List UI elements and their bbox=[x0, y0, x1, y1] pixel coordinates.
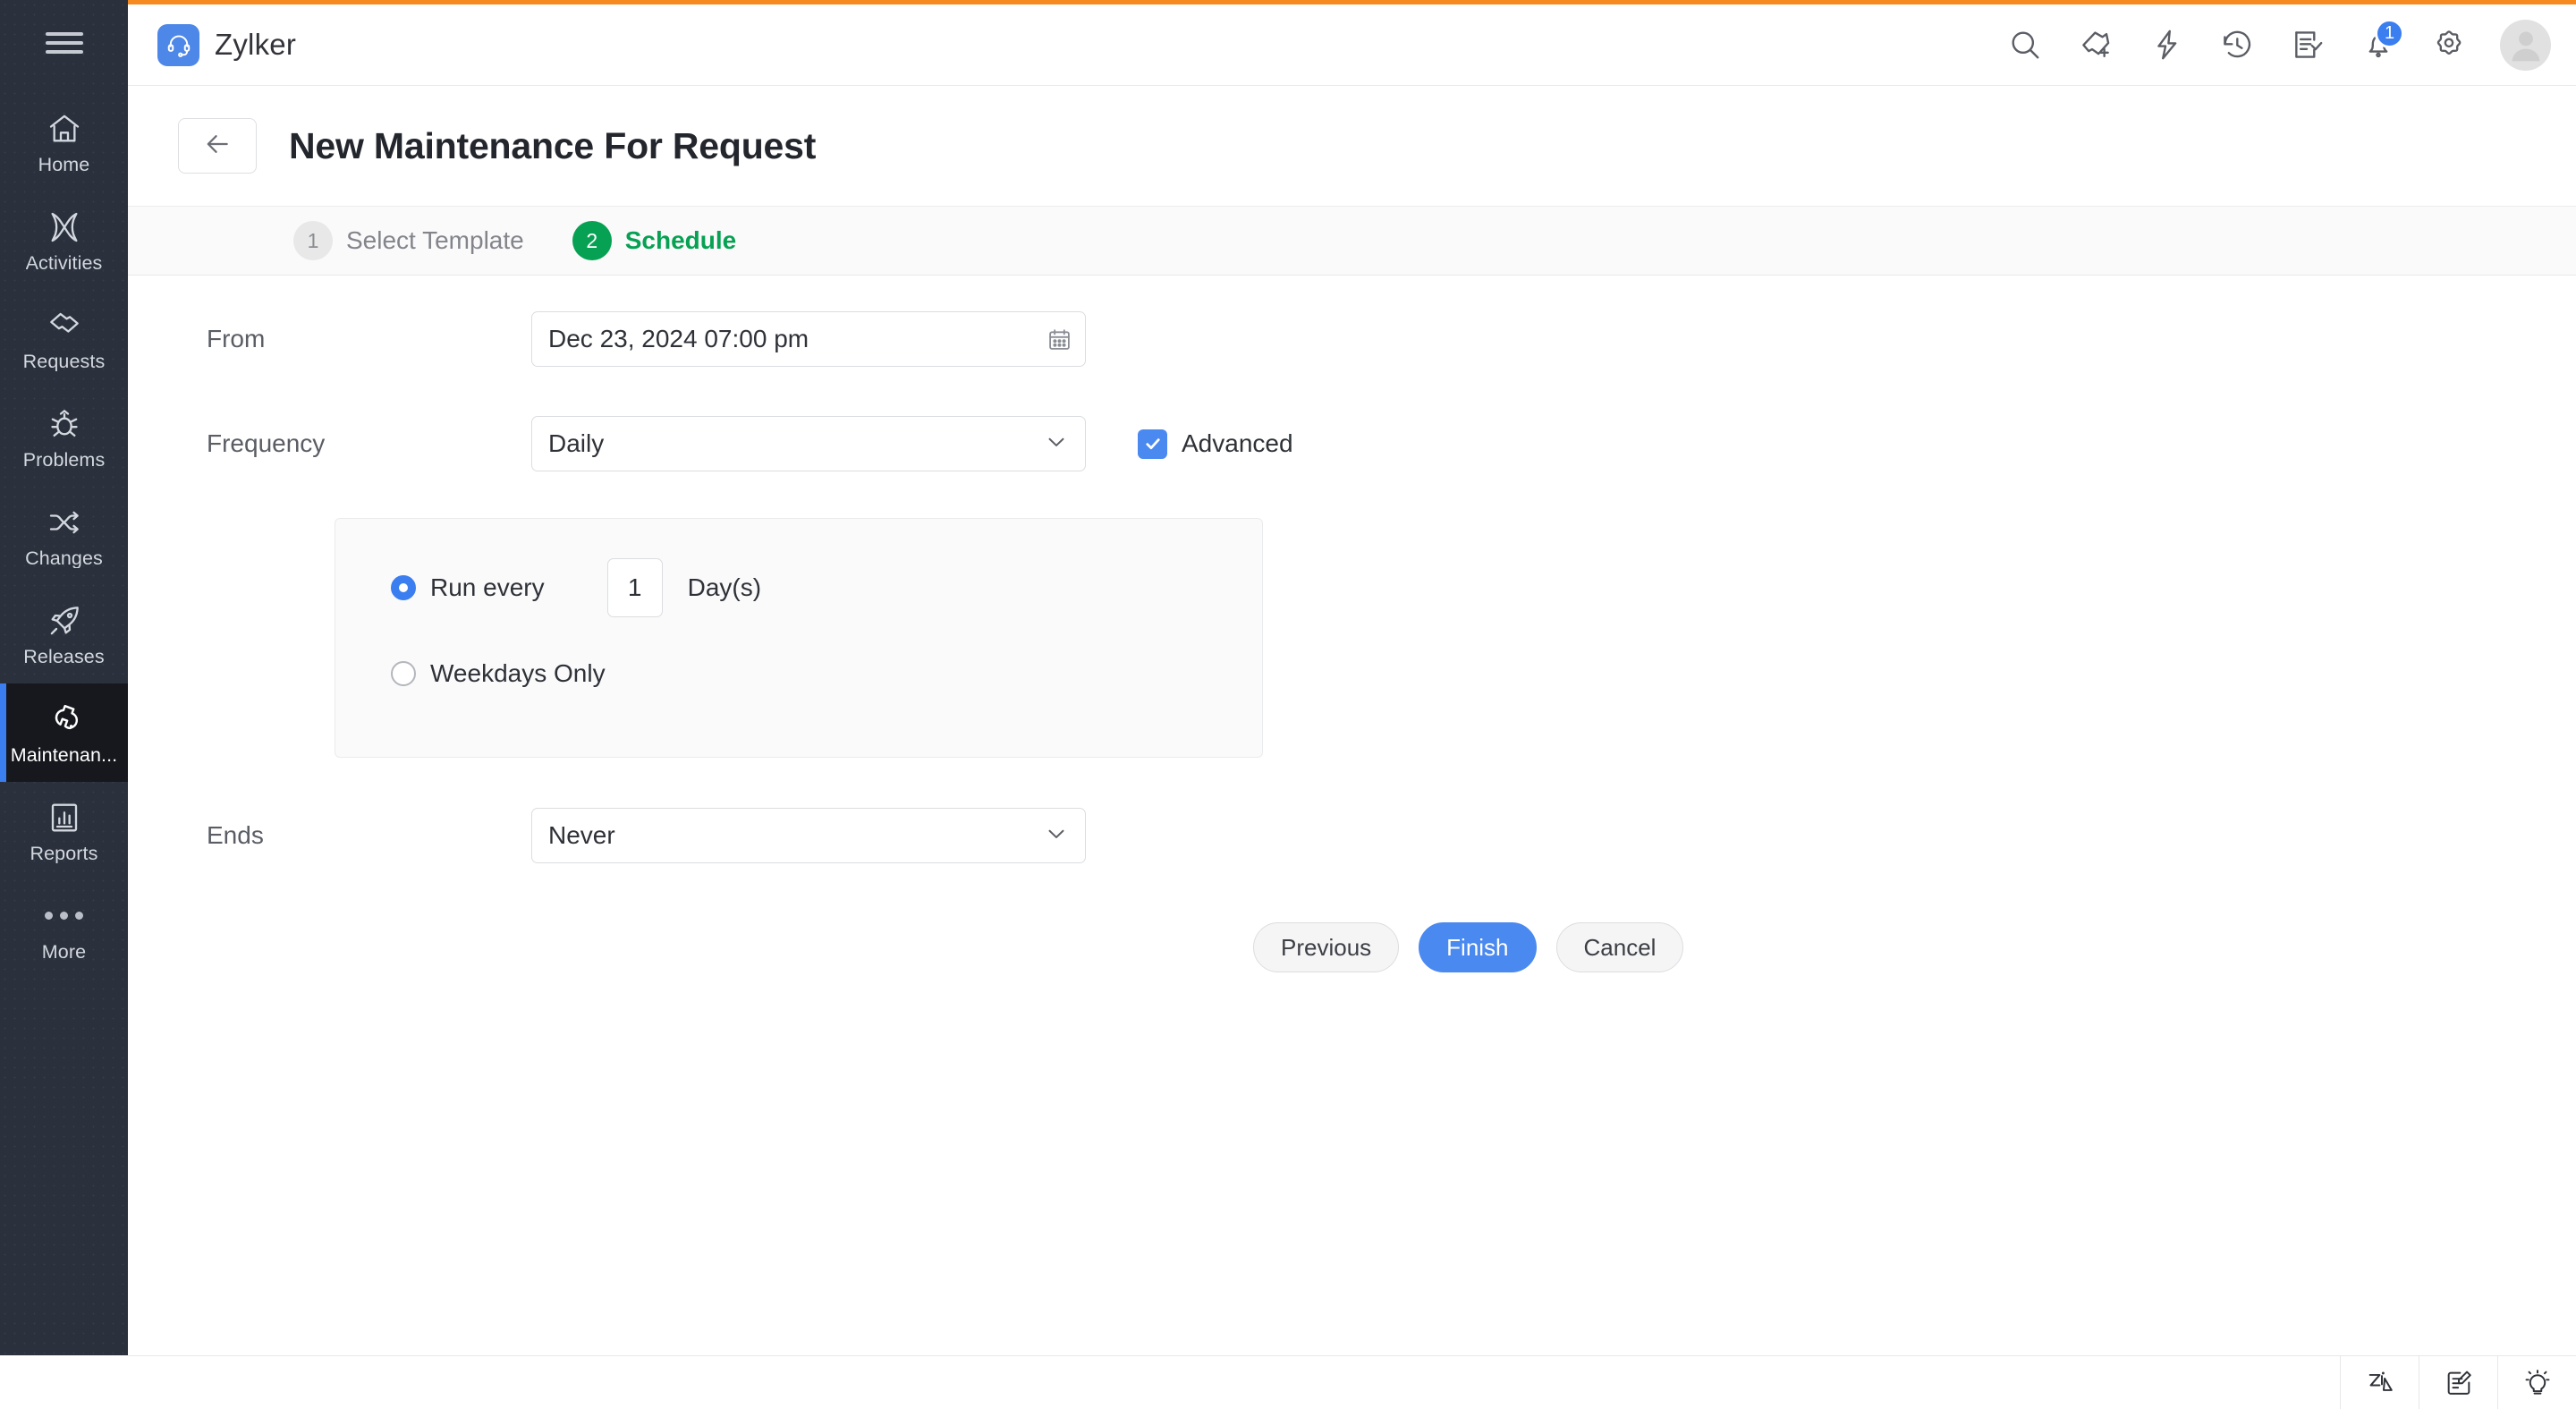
header-actions: 1 bbox=[1989, 13, 2576, 76]
frequency-value: Daily bbox=[548, 429, 1044, 458]
run-every-option[interactable]: Run every 1 Day(s) bbox=[391, 560, 1262, 615]
step-number: 1 bbox=[293, 221, 333, 260]
from-datetime-input[interactable]: Dec 23, 2024 07:00 pm bbox=[531, 311, 1086, 367]
sidebar-footer-gap bbox=[0, 1355, 128, 1409]
home-icon bbox=[45, 110, 84, 148]
sidebar-item-label: Reports bbox=[30, 845, 98, 864]
sidebar-item-label: Changes bbox=[25, 549, 103, 569]
advanced-options-panel: Run every 1 Day(s) Weekdays Only bbox=[335, 518, 1263, 758]
sidebar-item-home[interactable]: Home bbox=[0, 93, 128, 191]
tips-bulb-icon[interactable] bbox=[2497, 1356, 2576, 1409]
notification-badge: 1 bbox=[2375, 19, 2404, 48]
ends-row: Ends Never bbox=[128, 808, 2576, 863]
schedule-form: From Dec 23, 2024 07:00 pm bbox=[128, 276, 2576, 972]
frequency-row: Frequency Daily Advanced bbox=[128, 416, 2576, 471]
sidebar-item-label: Activities bbox=[26, 254, 103, 274]
sidebar-item-more[interactable]: More bbox=[0, 880, 128, 979]
zia-assistant-icon[interactable] bbox=[2340, 1356, 2419, 1409]
maintenance-wrench-icon bbox=[45, 700, 84, 738]
reports-chart-icon bbox=[45, 799, 84, 836]
step-number: 2 bbox=[572, 221, 612, 260]
step-label: Select Template bbox=[346, 226, 524, 255]
advanced-label: Advanced bbox=[1182, 429, 1293, 458]
ends-label: Ends bbox=[207, 821, 531, 850]
chevron-down-icon bbox=[1044, 821, 1069, 851]
activities-icon bbox=[45, 208, 84, 246]
step-indicator: 1 Select Template 2 Schedule bbox=[128, 206, 2576, 276]
sidebar-item-label: Maintenan... bbox=[11, 746, 118, 766]
top-accent-bar bbox=[128, 0, 2576, 4]
bottom-bar bbox=[128, 1355, 2576, 1409]
avatar-person-icon bbox=[2500, 20, 2551, 71]
notes-edit-icon[interactable] bbox=[2419, 1356, 2497, 1409]
frequency-control: Daily bbox=[531, 416, 1086, 471]
frequency-label: Frequency bbox=[207, 429, 531, 458]
page-title-bar: New Maintenance For Request bbox=[128, 86, 2576, 206]
run-every-unit-label: Day(s) bbox=[688, 573, 761, 602]
sidebar-menu-toggle[interactable] bbox=[0, 0, 128, 86]
step-label: Schedule bbox=[625, 226, 736, 255]
weekdays-only-option[interactable]: Weekdays Only bbox=[391, 646, 1262, 701]
sidebar-item-releases[interactable]: Releases bbox=[0, 585, 128, 683]
weekdays-only-radio[interactable] bbox=[391, 661, 416, 686]
run-every-label: Run every bbox=[430, 573, 545, 602]
add-ticket-icon[interactable] bbox=[2060, 13, 2131, 76]
quick-actions-bolt-icon[interactable] bbox=[2131, 13, 2201, 76]
finish-button[interactable]: Finish bbox=[1419, 922, 1536, 972]
sidebar-item-maintenance[interactable]: Maintenan... bbox=[0, 683, 128, 782]
sidebar-item-label: Requests bbox=[23, 352, 106, 372]
ends-select[interactable]: Never bbox=[531, 808, 1086, 863]
sidebar-item-label: Home bbox=[38, 156, 90, 175]
tasks-checklist-icon[interactable] bbox=[2272, 13, 2343, 76]
changes-shuffle-icon bbox=[45, 504, 84, 541]
requests-ticket-icon bbox=[45, 307, 84, 344]
brand[interactable]: Zylker bbox=[157, 24, 296, 66]
releases-rocket-icon bbox=[45, 602, 84, 640]
chevron-down-icon bbox=[1044, 429, 1069, 459]
search-icon[interactable] bbox=[1989, 13, 2060, 76]
notifications-bell-icon[interactable]: 1 bbox=[2343, 13, 2413, 76]
calendar-icon[interactable] bbox=[1046, 327, 1072, 352]
left-sidebar: Home Activities Requests bbox=[0, 0, 128, 1356]
top-header: Zylker bbox=[128, 4, 2576, 86]
frequency-select[interactable]: Daily bbox=[531, 416, 1086, 471]
from-row: From Dec 23, 2024 07:00 pm bbox=[128, 311, 2576, 367]
form-actions: Previous Finish Cancel bbox=[128, 922, 2576, 972]
step-select-template[interactable]: 1 Select Template bbox=[293, 221, 524, 260]
problems-bug-icon bbox=[45, 405, 84, 443]
weekdays-only-label: Weekdays Only bbox=[430, 659, 606, 688]
from-label: From bbox=[207, 325, 531, 353]
sidebar-item-label: More bbox=[42, 943, 86, 963]
app-root: Home Activities Requests bbox=[0, 0, 2576, 1409]
settings-gear-icon[interactable] bbox=[2413, 13, 2484, 76]
sidebar-item-changes[interactable]: Changes bbox=[0, 487, 128, 585]
arrow-left-icon bbox=[202, 129, 233, 164]
run-every-count-input[interactable]: 1 bbox=[607, 558, 663, 617]
ends-value: Never bbox=[548, 821, 1044, 850]
check-icon bbox=[1138, 429, 1167, 459]
headset-logo-icon bbox=[157, 24, 199, 66]
back-button[interactable] bbox=[178, 118, 257, 174]
hamburger-icon bbox=[46, 27, 83, 59]
sidebar-item-activities[interactable]: Activities bbox=[0, 191, 128, 290]
sidebar-nav-list: Home Activities Requests bbox=[0, 86, 128, 979]
user-avatar[interactable] bbox=[2500, 20, 2551, 71]
sidebar-item-problems[interactable]: Problems bbox=[0, 388, 128, 487]
page-title: New Maintenance For Request bbox=[289, 125, 816, 167]
previous-button[interactable]: Previous bbox=[1253, 922, 1399, 972]
history-clock-icon[interactable] bbox=[2201, 13, 2272, 76]
sidebar-item-label: Problems bbox=[23, 451, 106, 471]
cancel-button[interactable]: Cancel bbox=[1556, 922, 1684, 972]
sidebar-item-label: Releases bbox=[23, 648, 104, 667]
step-schedule[interactable]: 2 Schedule bbox=[572, 221, 736, 260]
run-every-radio[interactable] bbox=[391, 575, 416, 600]
from-value: Dec 23, 2024 07:00 pm bbox=[548, 325, 1046, 353]
brand-name: Zylker bbox=[215, 28, 296, 62]
advanced-checkbox[interactable]: Advanced bbox=[1138, 429, 1293, 459]
sidebar-item-reports[interactable]: Reports bbox=[0, 782, 128, 880]
ends-control: Never bbox=[531, 808, 1086, 863]
from-control: Dec 23, 2024 07:00 pm bbox=[531, 311, 1086, 367]
more-dots-icon bbox=[45, 897, 84, 935]
sidebar-item-requests[interactable]: Requests bbox=[0, 290, 128, 388]
